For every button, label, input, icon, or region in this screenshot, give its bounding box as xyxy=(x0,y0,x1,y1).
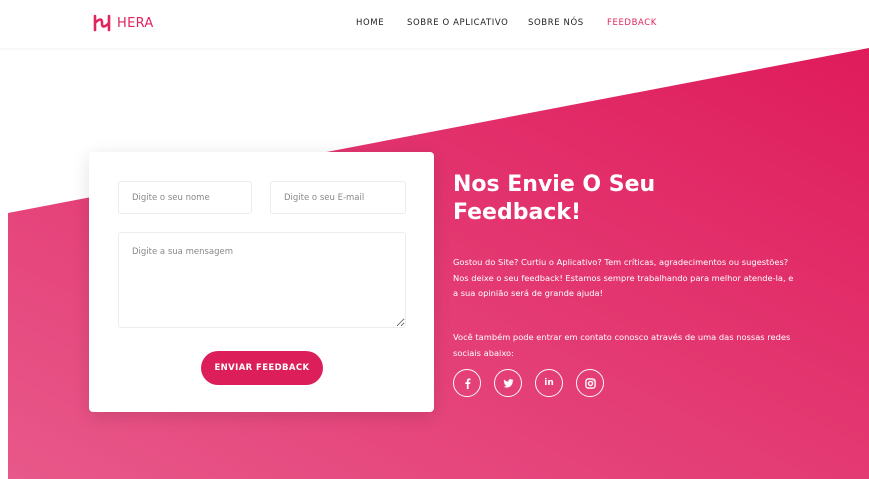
intro-paragraph: Gostou do Site? Curtiu o Aplicativo? Tem… xyxy=(453,257,794,298)
facebook-icon xyxy=(462,377,473,389)
section-heading: Nos Envie O Seu Feedback! xyxy=(453,172,656,225)
message-textarea[interactable] xyxy=(118,232,406,328)
main-nav: HOME SOBRE O APLICATIVO SOBRE NÓS FEEDBA… xyxy=(0,18,869,32)
feedback-form-card: ENVIAR FEEDBACK xyxy=(89,152,434,412)
facebook-link[interactable] xyxy=(453,369,481,397)
social-links: in xyxy=(453,369,604,397)
instagram-link[interactable] xyxy=(576,369,604,397)
send-feedback-button[interactable]: ENVIAR FEEDBACK xyxy=(201,351,323,385)
instagram-icon xyxy=(584,377,596,389)
twitter-icon xyxy=(502,378,514,389)
twitter-link[interactable] xyxy=(494,369,522,397)
nav-item-feedback[interactable]: FEEDBACK xyxy=(607,18,657,28)
linkedin-icon: in xyxy=(544,378,554,388)
top-navbar: HERA HOME SOBRE O APLICATIVO SOBRE NÓS F… xyxy=(0,0,869,48)
nav-item-sobre-nos[interactable]: SOBRE NÓS xyxy=(528,18,584,28)
nav-item-sobre-o-aplicativo[interactable]: SOBRE O APLICATIVO xyxy=(407,18,508,28)
nav-item-home[interactable]: HOME xyxy=(356,18,384,28)
email-input[interactable] xyxy=(270,181,406,214)
name-input[interactable] xyxy=(118,181,252,214)
linkedin-link[interactable]: in xyxy=(535,369,563,397)
contact-paragraph: Você também pode entrar em contato conos… xyxy=(453,332,791,358)
